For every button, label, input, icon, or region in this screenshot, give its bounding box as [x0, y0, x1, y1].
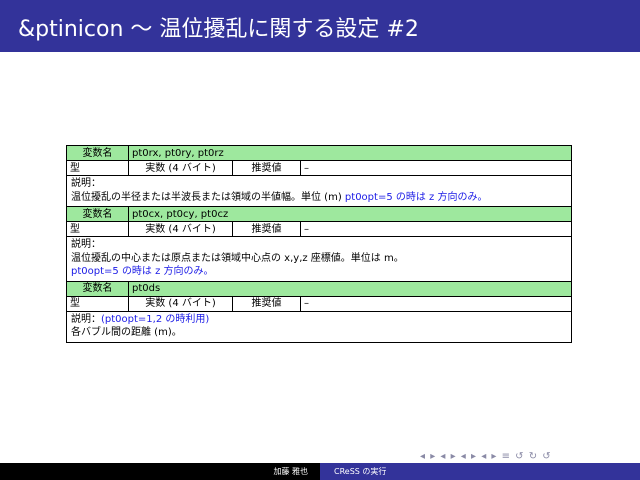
var-name-label: 変数名: [66, 280, 129, 297]
type-label: 型: [66, 295, 129, 312]
parameter-table: 変数名 pt0rx, pt0ry, pt0rz 型 実数 (4 バイト) 推奨値…: [66, 145, 572, 343]
var-name-label: 変数名: [66, 206, 129, 222]
recommended-label: 推奨値: [232, 160, 301, 176]
var-names: pt0ds: [128, 280, 572, 297]
description-note: pt0opt=5 の時は z 方向のみ。: [344, 191, 488, 203]
desc-row: 説明：(pt0opt=1,2 の時利用) 各バブル間の距離 (m)。: [66, 310, 572, 343]
description-cell: 説明： 温位擾乱の中心または原点または領域中心点の x,y,z 座標値。単位は …: [66, 236, 572, 282]
description-text: 温位擾乱の中心または原点または領域中心点の x,y,z 座標値。単位は m。: [71, 252, 404, 264]
description-label: 説明：: [71, 313, 101, 325]
recommended-label: 推奨値: [232, 221, 301, 237]
recommended-value: –: [300, 160, 572, 176]
var-names: pt0cx, pt0cy, pt0cz: [128, 206, 572, 222]
type-row: 型 実数 (4 バイト) 推奨値 –: [66, 221, 572, 237]
description-cell: 説明：(pt0opt=1,2 の時利用) 各バブル間の距離 (m)。: [66, 310, 572, 343]
type-value: 実数 (4 バイト): [128, 295, 233, 312]
description-note: pt0opt=5 の時は z 方向のみ。: [71, 266, 214, 277]
var-name-label: 変数名: [66, 145, 129, 161]
description-line: 温位擾乱の半径または半波長または領域の半値幅。単位 (m) pt0opt=5 の…: [71, 191, 567, 205]
desc-row: 説明： 温位擾乱の半径または半波長または領域の半値幅。単位 (m) pt0opt…: [66, 175, 572, 207]
type-row: 型 実数 (4 バイト) 推奨値 –: [66, 295, 572, 312]
recommended-value: –: [300, 295, 572, 312]
description-label-line: 説明：(pt0opt=1,2 の時利用): [71, 313, 567, 327]
beamer-navigation-icons[interactable]: ◂ ▸ ◂ ▸ ◂ ▸ ◂ ▸ ≡ ↺ ↻ ↺: [420, 451, 552, 462]
description-note: (pt0opt=1,2 の時利用): [101, 313, 210, 325]
description-label: 説明：: [71, 239, 101, 250]
type-value: 実数 (4 バイト): [128, 160, 233, 176]
type-value: 実数 (4 バイト): [128, 221, 233, 237]
var-header-row: 変数名 pt0rx, pt0ry, pt0rz: [66, 145, 572, 161]
var-header-row: 変数名 pt0cx, pt0cy, pt0cz: [66, 206, 572, 222]
slide-title: &ptinicon 〜 温位擾乱に関する設定 #2: [18, 17, 419, 42]
description-cell: 説明： 温位擾乱の半径または半波長または領域の半値幅。単位 (m) pt0opt…: [66, 175, 572, 207]
description-label: 説明：: [71, 178, 101, 189]
type-label: 型: [66, 160, 129, 176]
desc-row: 説明： 温位擾乱の中心または原点または領域中心点の x,y,z 座標値。単位は …: [66, 236, 572, 282]
title-bar: &ptinicon 〜 温位擾乱に関する設定 #2: [0, 0, 640, 52]
description-text: 温位擾乱の半径または半波長または領域の半値幅。単位 (m): [71, 191, 342, 203]
footer-author: 加藤 雅也: [0, 463, 320, 480]
footer: 加藤 雅也 CReSS の実行: [0, 463, 640, 480]
type-row: 型 実数 (4 バイト) 推奨値 –: [66, 160, 572, 176]
description-text: 各バブル間の距離 (m)。: [71, 327, 182, 338]
recommended-value: –: [300, 221, 572, 237]
var-header-row: 変数名 pt0ds: [66, 280, 572, 297]
type-label: 型: [66, 221, 129, 237]
footer-title: CReSS の実行: [320, 463, 640, 480]
recommended-label: 推奨値: [232, 295, 301, 312]
var-names: pt0rx, pt0ry, pt0rz: [128, 145, 572, 161]
